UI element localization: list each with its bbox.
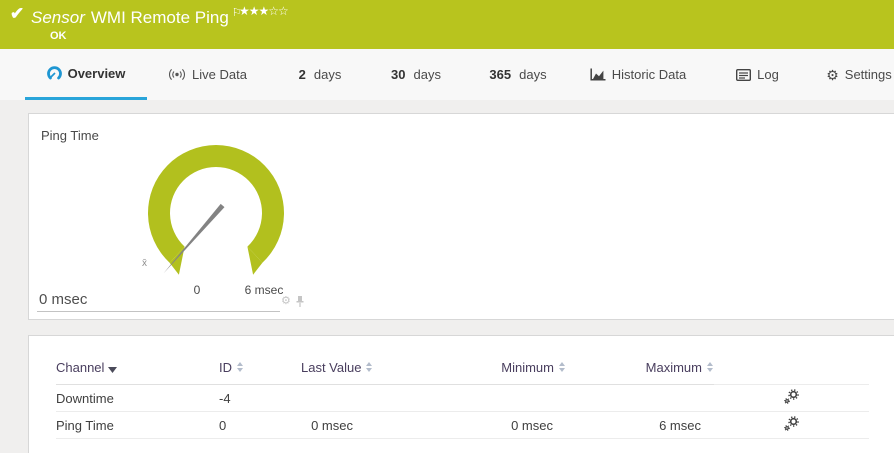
column-header-last-value[interactable]: Last Value	[301, 360, 373, 385]
sort-both-icon	[366, 362, 373, 372]
gauge-current-value: 0 msec	[39, 291, 88, 308]
tab-365-days[interactable]: 365 days	[485, 49, 551, 100]
channel-settings-gears-icon[interactable]	[784, 389, 799, 404]
cell-maximum	[566, 384, 714, 412]
area-chart-icon	[590, 68, 606, 81]
tab-historic-data[interactable]: Historic Data	[583, 49, 693, 100]
column-header-maximum[interactable]: Maximum	[566, 360, 714, 385]
cell-id: -4	[219, 384, 301, 412]
column-header-channel[interactable]: Channel	[56, 360, 219, 385]
column-header-minimum[interactable]: Minimum	[366, 360, 566, 385]
channel-table-panel: Channel ID Last Value Minimum Maximum Do…	[28, 335, 894, 453]
channel-settings-gears-icon[interactable]	[784, 416, 799, 431]
tab-overview[interactable]: Overview	[25, 49, 147, 100]
tab-live-data-label: Live Data	[192, 67, 247, 82]
table-row-downtime[interactable]: Downtime -4	[56, 384, 869, 412]
tab-log-label: Log	[757, 67, 779, 82]
broadcast-icon	[169, 69, 186, 80]
tab-historic-data-label: Historic Data	[611, 67, 687, 82]
tab-live-data[interactable]: Live Data	[160, 49, 255, 100]
sensor-status-header: ✔ Sensor WMI Remote Ping ⚐ ★★★☆☆ OK	[0, 0, 894, 49]
status-ok-check-icon: ✔	[10, 4, 25, 23]
sensor-kind-label: Sensor	[31, 8, 85, 27]
tab-settings[interactable]: ⚙ Settings	[824, 49, 894, 100]
gauge-toolbar: ⚙	[281, 295, 305, 308]
gauge-min-label: 0	[193, 283, 201, 297]
column-header-id[interactable]: ID	[219, 360, 301, 385]
stars-filled: ★★★	[239, 4, 269, 18]
sort-both-icon	[237, 362, 243, 372]
tab-log[interactable]: Log	[730, 49, 785, 100]
tab-30-days-label: days	[413, 67, 441, 82]
cell-channel[interactable]: Downtime	[56, 384, 219, 412]
tab-bar: Overview Live Data 2 days 30 days 365 da…	[0, 49, 894, 100]
page-title: WMI Remote Ping	[90, 8, 229, 27]
gauge-settings-gear-icon[interactable]: ⚙	[281, 296, 291, 307]
gauge-icon	[46, 65, 62, 79]
tab-365-days-number: 365	[489, 67, 512, 82]
gauge-average-marker: x̄	[142, 258, 147, 269]
cell-channel[interactable]: Ping Time	[56, 411, 219, 439]
sort-both-icon	[559, 362, 565, 372]
column-header-actions	[714, 360, 869, 385]
stars-empty: ☆☆	[268, 4, 288, 18]
cell-last-value: 0 msec	[301, 411, 366, 439]
status-badge: OK	[50, 30, 67, 42]
pin-icon[interactable]	[295, 295, 305, 308]
gauge-panel: Ping Time x̄ 0 6 msec 0 msec ⚙	[28, 113, 894, 320]
tab-30-days[interactable]: 30 days	[386, 49, 446, 100]
cell-actions	[714, 411, 869, 439]
gauge-arc	[148, 144, 284, 263]
cell-maximum: 6 msec	[566, 411, 714, 439]
tab-settings-label: Settings	[844, 67, 892, 82]
log-list-icon	[736, 68, 752, 81]
table-header-row: Channel ID Last Value Minimum Maximum	[56, 360, 869, 385]
tab-2-days[interactable]: 2 days	[290, 49, 350, 100]
sensor-title-line: Sensor WMI Remote Ping ⚐	[31, 6, 242, 28]
gauge-divider	[37, 311, 280, 312]
tab-30-days-number: 30	[391, 67, 406, 82]
tab-2-days-number: 2	[298, 67, 306, 82]
sort-desc-icon	[108, 367, 118, 373]
cell-actions	[714, 384, 869, 412]
sort-both-icon	[707, 362, 713, 372]
cell-id: 0	[219, 411, 301, 439]
tab-365-days-label: days	[519, 67, 547, 82]
table-row-ping-time[interactable]: Ping Time 0 0 msec 0 msec 6 msec	[56, 411, 869, 439]
gear-icon: ⚙	[826, 66, 839, 83]
tab-overview-label: Overview	[67, 65, 126, 81]
tab-2-days-label: days	[313, 67, 342, 82]
channel-table: Channel ID Last Value Minimum Maximum Do…	[56, 360, 869, 439]
priority-stars[interactable]: ★★★☆☆	[239, 4, 289, 18]
cell-last-value	[301, 384, 366, 412]
cell-minimum	[366, 384, 566, 412]
cell-minimum: 0 msec	[366, 411, 566, 439]
